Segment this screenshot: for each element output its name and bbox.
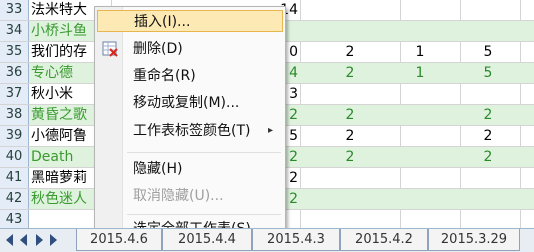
row-number[interactable]: 36 <box>0 63 29 83</box>
row-number[interactable]: 37 <box>0 84 29 104</box>
value-cell[interactable] <box>410 147 430 167</box>
value-cell[interactable] <box>410 84 430 104</box>
value-cell[interactable] <box>410 126 430 146</box>
value-cell[interactable]: 2 <box>478 126 498 146</box>
menu-item-label: 重命名(R) <box>133 68 196 84</box>
value-cell[interactable] <box>410 21 430 41</box>
menu-separator <box>127 214 281 215</box>
value-cell[interactable]: 2 <box>478 105 498 125</box>
value-cell[interactable] <box>478 0 498 20</box>
value-cell[interactable] <box>478 189 498 209</box>
value-cell[interactable] <box>340 84 360 104</box>
menu-item-hide[interactable]: 隐藏(H) <box>97 158 283 180</box>
first-sheet-nav-icon[interactable] <box>6 234 13 246</box>
sheet-tab[interactable]: 2015.4.3 <box>252 229 340 251</box>
row-number[interactable]: 40 <box>0 147 29 167</box>
row-number[interactable]: 39 <box>0 126 29 146</box>
value-cell[interactable] <box>410 210 430 228</box>
menu-separator <box>127 152 281 153</box>
menu-item-unhide: 取消隐藏(U)... <box>97 185 283 207</box>
value-cell[interactable]: 2 <box>340 126 360 146</box>
menu-item-label: 移动或复制(M)... <box>133 95 240 111</box>
value-cell[interactable] <box>410 105 430 125</box>
value-cell[interactable] <box>410 0 430 20</box>
next-sheet-nav-icon[interactable] <box>36 234 43 246</box>
menu-item-label: 工作表标签颜色(T) <box>133 123 251 139</box>
row-number[interactable]: 35 <box>0 42 29 62</box>
value-cell[interactable] <box>410 168 430 188</box>
value-cell[interactable] <box>340 168 360 188</box>
value-cell[interactable]: 2 <box>340 147 360 167</box>
sheet-tab[interactable]: 2015.4.4 <box>162 229 252 251</box>
value-cell[interactable]: 2 <box>478 147 498 167</box>
menu-item-tab-color[interactable]: 工作表标签颜色(T) ▸ <box>97 120 283 142</box>
value-cell[interactable]: 2 <box>340 105 360 125</box>
sheet-tab-context-menu[interactable]: 插入(I)... 删除(D) 重命名(R) 移动或复制(M)... 工作表标签颜… <box>94 6 286 241</box>
prev-sheet-nav-icon[interactable] <box>20 234 27 246</box>
value-cell[interactable]: 2 <box>340 42 360 62</box>
value-cell[interactable]: 5 <box>478 63 498 83</box>
menu-item-label: 插入(I)... <box>134 14 191 30</box>
value-cell[interactable]: 1 <box>410 42 430 62</box>
row-number[interactable]: 33 <box>0 0 29 20</box>
value-cell[interactable] <box>340 0 360 20</box>
delete-sheet-icon <box>102 41 118 64</box>
value-cell[interactable] <box>478 168 498 188</box>
menu-item-insert[interactable]: 插入(I)... <box>97 10 283 32</box>
value-cell[interactable] <box>478 210 498 228</box>
sheet-tab[interactable]: 2015.3.29 <box>428 229 520 251</box>
value-cell[interactable] <box>340 189 360 209</box>
menu-item-delete[interactable]: 删除(D) <box>97 38 283 60</box>
value-cell[interactable]: 1 <box>410 63 430 83</box>
menu-item-move-copy[interactable]: 移动或复制(M)... <box>97 92 283 114</box>
sheet-tab-bar: 2015.4.6 2015.4.4 2015.4.3 2015.4.2 2015… <box>0 228 534 252</box>
menu-item-label: 取消隐藏(U)... <box>133 188 224 204</box>
value-cell[interactable] <box>478 21 498 41</box>
menu-item-rename[interactable]: 重命名(R) <box>97 65 283 87</box>
value-cell[interactable] <box>340 210 360 228</box>
sheet-tab[interactable]: 2015.4.2 <box>340 229 428 251</box>
value-cell[interactable] <box>340 21 360 41</box>
row-number[interactable]: 42 <box>0 189 29 209</box>
sheet-tab[interactable]: 2015.4.6 <box>76 229 162 251</box>
value-cell[interactable]: 5 <box>478 42 498 62</box>
row-number[interactable]: 41 <box>0 168 29 188</box>
value-cell[interactable] <box>478 84 498 104</box>
submenu-arrow-icon: ▸ <box>267 125 273 136</box>
value-cell[interactable] <box>410 189 430 209</box>
menu-item-label: 隐藏(H) <box>133 161 183 177</box>
last-sheet-nav-icon[interactable] <box>50 234 57 246</box>
row-number[interactable]: 43 <box>0 210 29 228</box>
row-number[interactable]: 34 <box>0 21 29 41</box>
value-cell[interactable]: 2 <box>340 63 360 83</box>
menu-item-label: 删除(D) <box>133 41 183 57</box>
row-number[interactable]: 38 <box>0 105 29 125</box>
